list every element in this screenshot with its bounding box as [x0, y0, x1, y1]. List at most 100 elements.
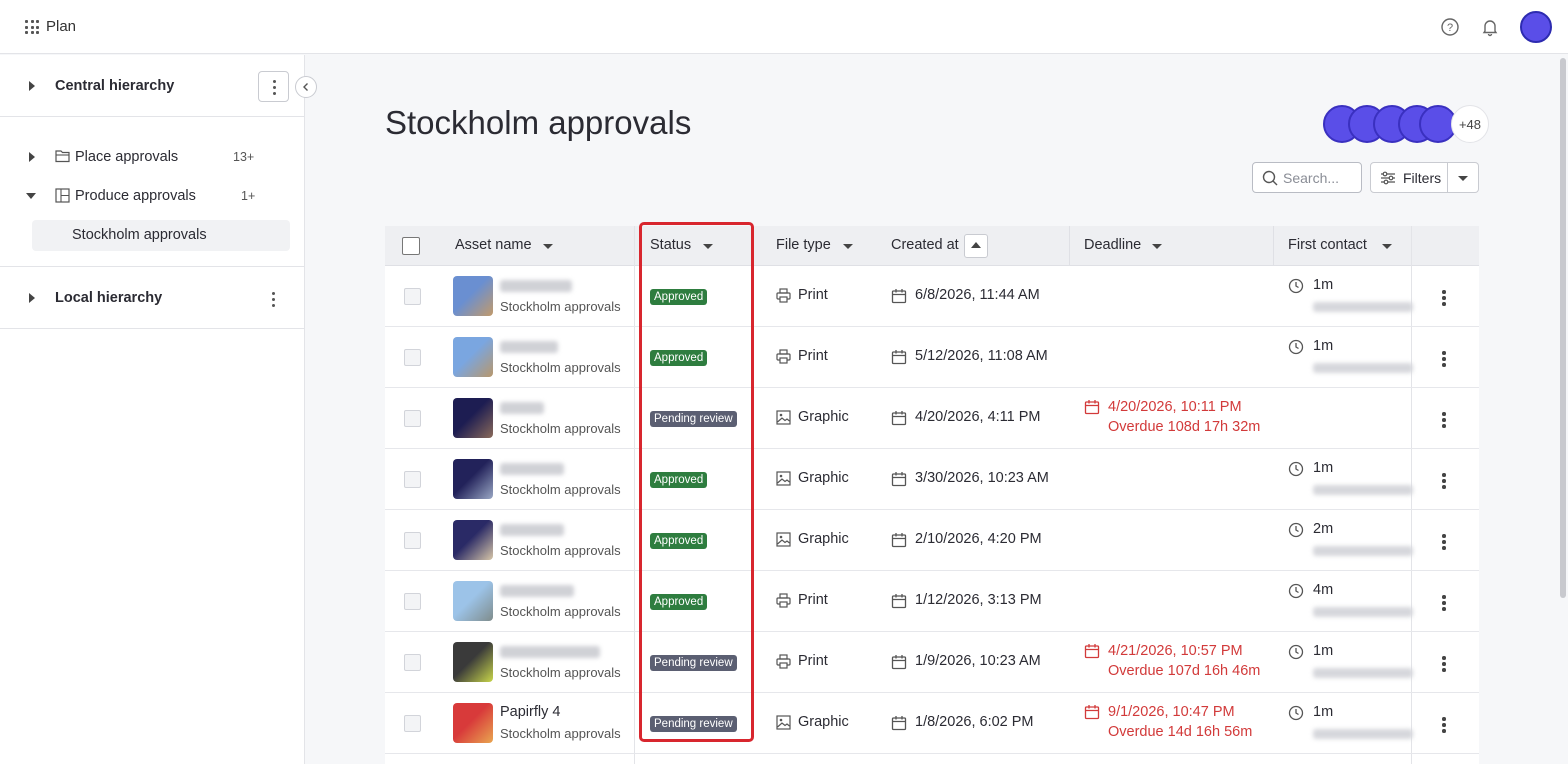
asset-name-redacted[interactable] [500, 646, 600, 658]
row-checkbox[interactable] [404, 715, 421, 732]
row-menu-kebab-icon[interactable] [1442, 473, 1446, 489]
row-checkbox[interactable] [404, 349, 421, 366]
row-menu-kebab-icon[interactable] [1442, 656, 1446, 672]
row-checkbox[interactable] [404, 532, 421, 549]
kebab-icon [273, 80, 277, 95]
filters-button[interactable]: Filters [1370, 162, 1448, 193]
row-menu-kebab-icon[interactable] [1442, 351, 1446, 367]
user-avatar[interactable] [1520, 11, 1552, 43]
sidebar-item-produce-approvals[interactable]: Produce approvals [75, 188, 196, 204]
expand-place-icon[interactable] [29, 152, 35, 162]
sliders-icon [1381, 171, 1395, 185]
expand-local-icon[interactable] [29, 293, 35, 303]
sidebar-item-central-hierarchy[interactable]: Central hierarchy [55, 78, 174, 94]
column-header-asset-name[interactable]: Asset name [455, 237, 532, 253]
deadline: 9/1/2026, 10:47 PM [1108, 704, 1235, 720]
file-type: Print [798, 348, 828, 364]
file-type: Print [798, 592, 828, 608]
asset-name-redacted[interactable] [500, 341, 558, 353]
row-checkbox[interactable] [404, 471, 421, 488]
asset-thumbnail[interactable] [453, 337, 493, 377]
asset-thumbnail[interactable] [453, 703, 493, 743]
search-placeholder: Search... [1283, 170, 1340, 186]
local-menu-kebab-icon[interactable] [272, 292, 276, 307]
sidebar-item-stockholm-approvals[interactable]: Stockholm approvals [32, 220, 290, 251]
table-row[interactable]: Papirfly 4 Stockholm approvals Pending rev… [385, 693, 1479, 754]
row-menu-kebab-icon[interactable] [1442, 595, 1446, 611]
sidebar-item-local-hierarchy[interactable]: Local hierarchy [55, 290, 162, 306]
asset-name-redacted[interactable] [500, 585, 574, 597]
row-checkbox[interactable] [404, 593, 421, 610]
sort-caret-icon[interactable] [1152, 244, 1162, 249]
created-at: 3/30/2026, 10:23 AM [915, 470, 1049, 486]
table-row[interactable]: Stockholm approvals Approved Graphic 2/10/2… [385, 510, 1479, 571]
asset-location: Stockholm approvals [500, 299, 621, 314]
row-menu-kebab-icon[interactable] [1442, 290, 1446, 306]
app-title[interactable]: Plan [46, 18, 76, 35]
clock-icon [1288, 339, 1304, 355]
asset-name[interactable]: Papirfly 4 [500, 704, 560, 720]
asset-thumbnail[interactable] [453, 642, 493, 682]
asset-location: Stockholm approvals [500, 726, 621, 741]
overdue-text: Overdue 108d 17h 32m [1108, 419, 1261, 435]
table-row[interactable]: Stockholm approvals Approved Print 5/12/202… [385, 327, 1479, 388]
asset-name-redacted[interactable] [500, 280, 572, 292]
app-grid-icon[interactable] [25, 20, 39, 34]
row-menu-kebab-icon[interactable] [1442, 534, 1446, 550]
asset-thumbnail[interactable] [453, 581, 493, 621]
sort-caret-icon[interactable] [843, 244, 853, 249]
folder-icon [55, 150, 70, 163]
search-input[interactable]: Search... [1252, 162, 1362, 193]
table-row[interactable]: Stockholm approvals Approved Print 6/8/2026… [385, 266, 1479, 327]
expand-central-icon[interactable] [29, 81, 35, 91]
image-icon [776, 715, 791, 730]
asset-thumbnail[interactable] [453, 520, 493, 560]
chevron-left-icon [303, 83, 308, 91]
table-row[interactable]: Stockholm approvals Approved Graphic 3/30/2… [385, 449, 1479, 510]
bell-icon[interactable] [1480, 17, 1500, 37]
row-checkbox[interactable] [404, 288, 421, 305]
asset-thumbnail[interactable] [453, 276, 493, 316]
table-row[interactable]: Stockholm approvals Pending review Graphic… [385, 388, 1479, 449]
collaborator-avatars[interactable]: +48 [1323, 105, 1489, 143]
asset-thumbnail[interactable] [453, 459, 493, 499]
clock-icon [1288, 522, 1304, 538]
asset-thumbnail[interactable] [453, 398, 493, 438]
sort-caret-icon[interactable] [543, 244, 553, 249]
help-icon[interactable]: ? [1440, 17, 1460, 37]
column-header-file-type[interactable]: File type [776, 237, 831, 253]
top-bar: Plan ? [0, 0, 1568, 54]
column-header-created-at[interactable]: Created at [891, 237, 959, 253]
select-all-checkbox[interactable] [402, 237, 420, 255]
file-type: Graphic [798, 531, 849, 547]
row-checkbox[interactable] [404, 410, 421, 427]
collapse-sidebar-button[interactable] [295, 76, 317, 98]
asset-name-redacted[interactable] [500, 524, 564, 536]
row-menu-kebab-icon[interactable] [1442, 717, 1446, 733]
asset-location: Stockholm approvals [500, 421, 621, 436]
central-menu-button[interactable] [258, 71, 289, 102]
table-row[interactable]: Stockholm approvals Approved Print 1/12/202… [385, 571, 1479, 632]
row-menu-kebab-icon[interactable] [1442, 412, 1446, 428]
sort-caret-icon[interactable] [1382, 244, 1392, 249]
clock-icon [1288, 644, 1304, 660]
asset-name-redacted[interactable] [500, 402, 544, 414]
more-avatars-count[interactable]: +48 [1451, 105, 1489, 143]
scrollbar[interactable] [1560, 58, 1566, 598]
filters-dropdown-button[interactable] [1448, 162, 1479, 193]
calendar-icon [891, 594, 907, 609]
clock-icon [1288, 461, 1304, 477]
printer-icon [776, 593, 791, 608]
calendar-icon [891, 411, 907, 426]
place-count: 13+ [233, 150, 255, 164]
sort-ascending-button[interactable] [964, 234, 988, 258]
column-header-deadline[interactable]: Deadline [1084, 237, 1141, 253]
column-header-first-contact[interactable]: First contact [1288, 237, 1367, 253]
sidebar-item-place-approvals[interactable]: Place approvals [75, 149, 178, 165]
table-row[interactable]: Stockholm approvals Pending review Print 1/… [385, 632, 1479, 693]
collapse-produce-icon[interactable] [26, 193, 36, 199]
first-contact-user-redacted [1313, 607, 1413, 617]
asset-name-redacted[interactable] [500, 463, 564, 475]
row-checkbox[interactable] [404, 654, 421, 671]
first-contact-user-redacted [1313, 729, 1413, 739]
